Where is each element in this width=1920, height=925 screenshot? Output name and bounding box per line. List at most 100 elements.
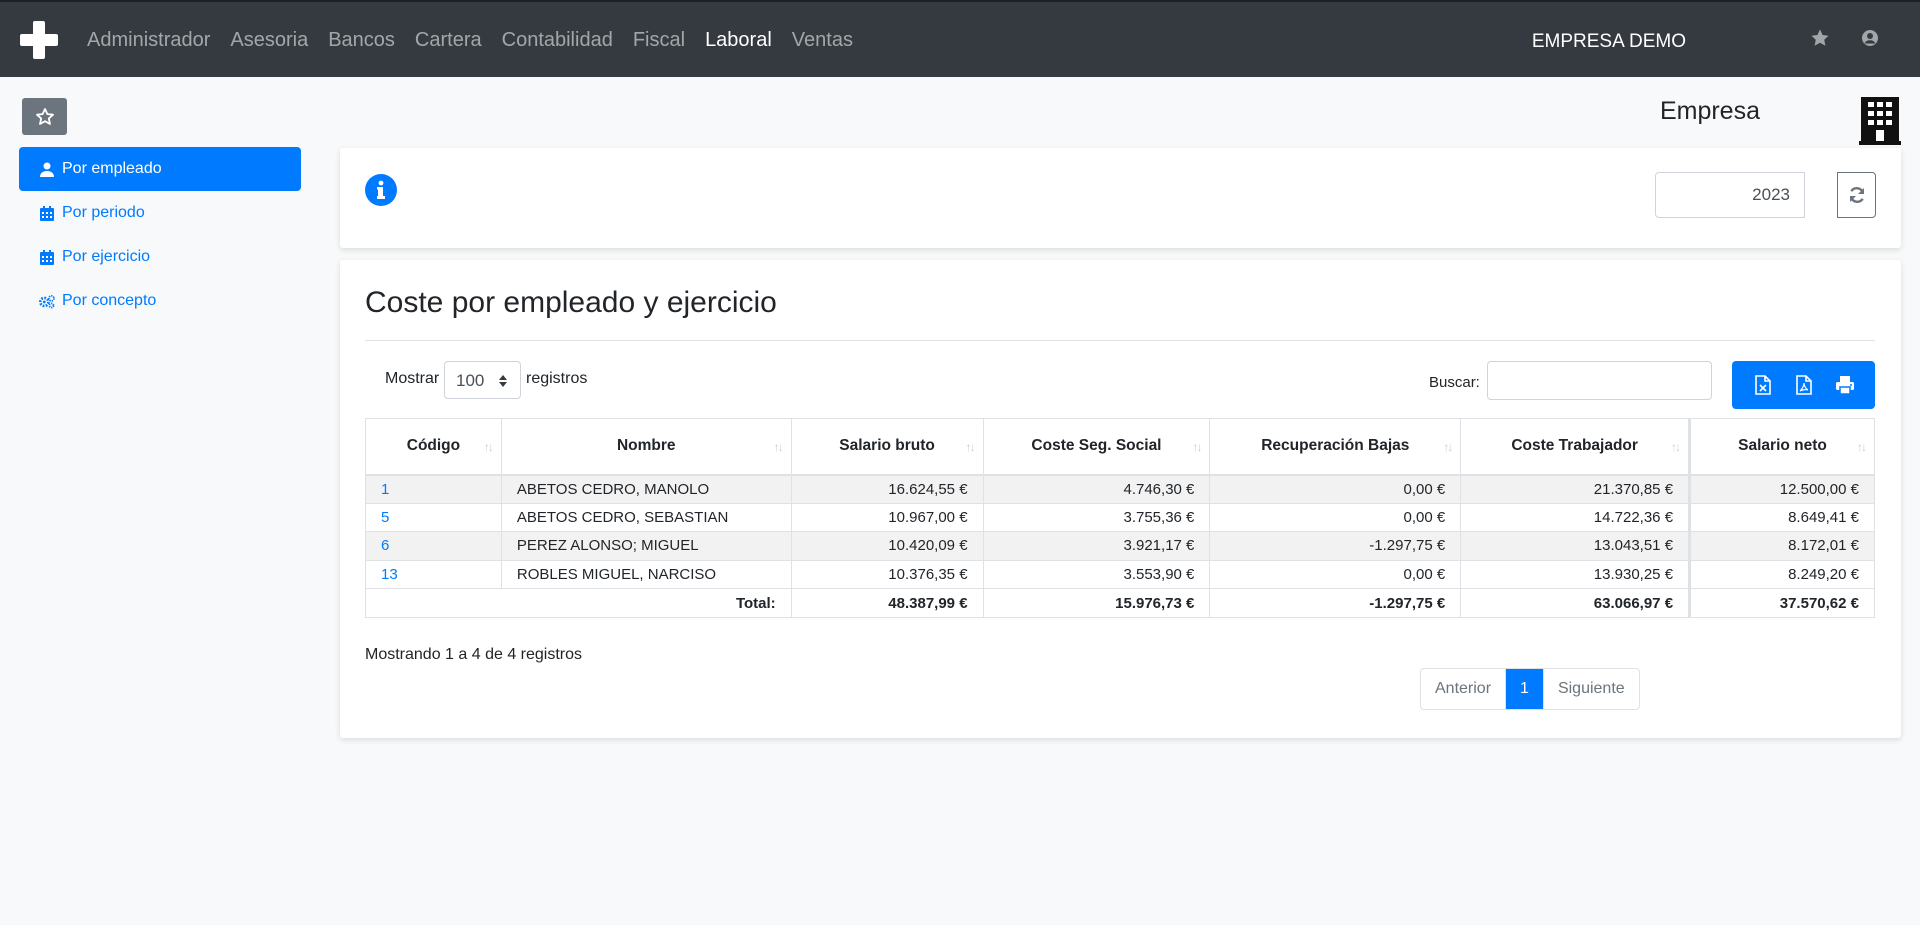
col-label: Coste Trabajador	[1511, 437, 1638, 455]
table-row: 5 ABETOS CEDRO, SEBASTIAN 10.967,00 € 3.…	[365, 502, 1875, 532]
sort-icon: ↑↓	[1192, 440, 1202, 454]
sidebar-item-por-empleado[interactable]: Por empleado	[19, 147, 301, 191]
cost-table: Código ↑↓ Nombre ↑↓ Salario bruto ↑↓ Coste …	[365, 418, 1875, 618]
cell-nombre: ABETOS CEDRO, MANOLO	[500, 474, 792, 504]
menu-ventas[interactable]: Ventas	[792, 29, 853, 52]
table-row: 1 ABETOS CEDRO, MANOLO 16.624,55 € 4.746…	[365, 474, 1875, 504]
sidebar-item-label: Por ejercicio	[62, 248, 151, 265]
col-header-codigo[interactable]: Código ↑↓	[365, 418, 502, 476]
prev-page-button[interactable]: Anterior	[1421, 669, 1507, 709]
export-buttons	[1732, 361, 1875, 409]
sidebar-item-label: Por concepto	[62, 292, 157, 309]
user-circle-icon[interactable]	[1860, 28, 1880, 48]
col-header-salario-bruto[interactable]: Salario bruto ↑↓	[790, 418, 984, 476]
menu-fiscal[interactable]: Fiscal	[633, 29, 685, 52]
home-plus-icon[interactable]	[20, 21, 58, 59]
cell-salario-bruto: 10.420,09 €	[790, 531, 984, 561]
col-label: Recuperación Bajas	[1261, 437, 1410, 455]
sort-icon: ↑↓	[965, 440, 976, 454]
refresh-icon	[1849, 187, 1864, 203]
menu-contabilidad[interactable]: Contabilidad	[502, 29, 613, 52]
company-name[interactable]: EMPRESA DEMO	[1532, 2, 1686, 82]
cell-recuperacion-bajas: 0,00 €	[1209, 559, 1462, 589]
sidebar: Por empleado Por periodo Por ejercicio P…	[19, 147, 301, 323]
cell-nombre: ROBLES MIGUEL, NARCISO	[500, 559, 792, 589]
cell-salario-neto: 12.500,00 €	[1688, 474, 1875, 504]
star-icon[interactable]	[1810, 28, 1830, 48]
cell-coste-trabajador: 13.930,25 €	[1460, 559, 1691, 589]
search-label: Buscar:	[1429, 374, 1480, 391]
building-icon	[1859, 97, 1901, 145]
search-input[interactable]	[1487, 361, 1712, 400]
col-label: Código	[406, 437, 461, 455]
total-coste-seg-social: 15.976,73 €	[982, 588, 1211, 618]
cell-salario-neto: 8.649,41 €	[1688, 502, 1875, 532]
sidebar-item-por-concepto[interactable]: Por concepto	[19, 279, 301, 323]
refresh-button[interactable]	[1837, 172, 1876, 218]
cell-nombre: PEREZ ALONSO; MIGUEL	[500, 531, 792, 561]
employee-code-link[interactable]: 5	[381, 509, 389, 526]
total-recuperacion-bajas: -1.297,75 €	[1209, 588, 1462, 618]
sort-icon: ↑↓	[483, 440, 494, 454]
records-label: registros	[526, 370, 588, 387]
sidebar-item-label: Por empleado	[62, 160, 162, 177]
employee-code-link[interactable]: 6	[381, 537, 389, 554]
excel-export-icon[interactable]	[1752, 374, 1774, 396]
year-input[interactable]: 2023	[1655, 172, 1805, 218]
page-length-value: 100	[456, 371, 485, 390]
col-label: Salario neto	[1738, 437, 1827, 455]
report-card: Coste por empleado y ejercicio Mostrar 1…	[340, 260, 1901, 738]
cell-recuperacion-bajas: -1.297,75 €	[1209, 531, 1462, 561]
col-label: Salario bruto	[839, 437, 935, 455]
pagination: Anterior 1 Siguiente	[1420, 668, 1640, 710]
col-header-recuperacion-bajas[interactable]: Recuperación Bajas ↑↓	[1209, 418, 1462, 476]
employee-code-link[interactable]: 13	[381, 566, 398, 583]
totals-row: Total: 48.387,99 € 15.976,73 € -1.297,75…	[365, 588, 1875, 618]
col-header-coste-seg-social[interactable]: Coste Seg. Social ↑↓	[982, 418, 1211, 476]
table-row: 6 PEREZ ALONSO; MIGUEL 10.420,09 € 3.921…	[365, 531, 1875, 561]
next-page-button[interactable]: Siguiente	[1542, 669, 1639, 709]
table-info: Mostrando 1 a 4 de 4 registros	[365, 646, 583, 663]
sort-icon: ↑↓	[1443, 440, 1453, 454]
total-salario-bruto: 48.387,99 €	[790, 588, 984, 618]
page-1-button[interactable]: 1	[1506, 669, 1543, 709]
pdf-export-icon[interactable]	[1793, 374, 1815, 396]
cell-coste-seg-social: 3.755,36 €	[982, 502, 1211, 532]
print-icon[interactable]	[1834, 374, 1856, 396]
sidebar-item-por-periodo[interactable]: Por periodo	[19, 191, 301, 235]
menu-cartera[interactable]: Cartera	[415, 29, 482, 52]
total-salario-neto: 37.570,62 €	[1688, 588, 1875, 618]
sort-icon: ↑↓	[773, 440, 784, 454]
col-header-coste-trabajador[interactable]: Coste Trabajador ↑↓	[1460, 418, 1691, 476]
calendar-icon	[39, 249, 55, 265]
menu-laboral[interactable]: Laboral	[705, 29, 772, 52]
sidebar-item-por-ejercicio[interactable]: Por ejercicio	[19, 235, 301, 279]
star-outline-icon	[35, 107, 54, 125]
table-row: 13 ROBLES MIGUEL, NARCISO 10.376,35 € 3.…	[365, 559, 1875, 589]
col-header-nombre[interactable]: Nombre ↑↓	[500, 418, 792, 476]
cell-salario-bruto: 10.376,35 €	[790, 559, 984, 589]
sort-icon: ↑↓	[1671, 440, 1681, 454]
cell-salario-bruto: 10.967,00 €	[790, 502, 984, 532]
cell-coste-seg-social: 4.746,30 €	[982, 474, 1211, 504]
title-divider	[365, 340, 1875, 341]
sort-icon: ↑↓	[1857, 440, 1867, 454]
info-icon[interactable]	[365, 174, 397, 206]
main-menu: Administrador Asesoria Bancos Cartera Co…	[87, 2, 873, 79]
empresa-title: Empresa	[1659, 97, 1760, 125]
menu-bancos[interactable]: Bancos	[328, 29, 395, 52]
cell-recuperacion-bajas: 0,00 €	[1209, 502, 1462, 532]
cell-coste-trabajador: 13.043,51 €	[1460, 531, 1691, 561]
cell-nombre: ABETOS CEDRO, SEBASTIAN	[500, 502, 792, 532]
col-header-salario-neto[interactable]: Salario neto ↑↓	[1688, 418, 1875, 476]
page-length-select[interactable]: 100	[444, 361, 521, 399]
menu-asesoria[interactable]: Asesoria	[230, 29, 308, 52]
sidebar-item-label: Por periodo	[62, 204, 145, 221]
top-navbar: Administrador Asesoria Bancos Cartera Co…	[0, 0, 1920, 77]
cell-codigo: 1	[365, 474, 502, 504]
menu-administrador[interactable]: Administrador	[87, 29, 210, 52]
filter-card: 2023	[340, 148, 1901, 248]
user-icon	[39, 161, 55, 177]
employee-code-link[interactable]: 1	[381, 481, 389, 498]
favorite-button[interactable]	[22, 98, 67, 135]
